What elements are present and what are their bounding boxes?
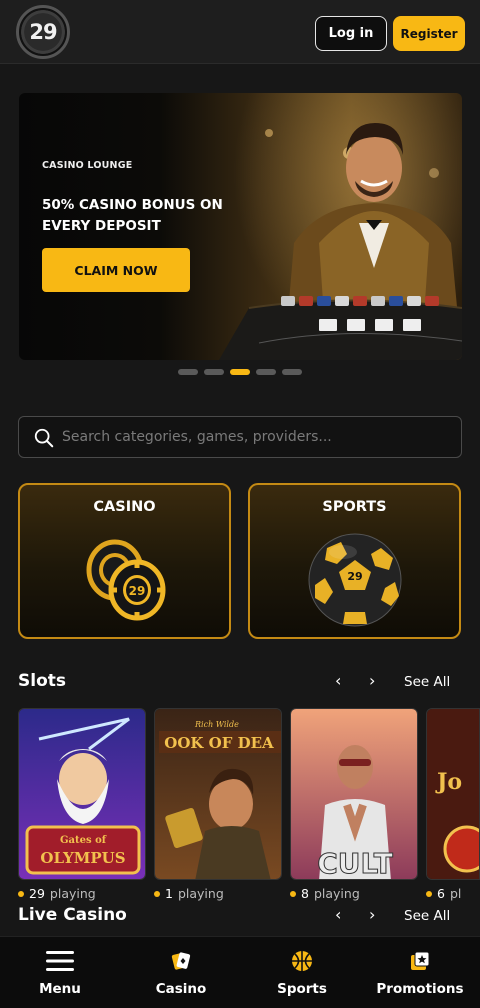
banner-eyebrow: CASINO LOUNGE	[42, 160, 133, 171]
promotions-icon	[411, 951, 430, 970]
live-casino-section-title: Live Casino	[18, 905, 127, 925]
live-casino-next-arrow-icon[interactable]: ›	[369, 905, 375, 924]
search-icon	[34, 428, 54, 448]
svg-text:CULT: CULT	[317, 847, 393, 880]
svg-text:29: 29	[128, 584, 145, 598]
search-bar	[18, 416, 462, 458]
nav-label: Menu	[39, 981, 81, 997]
slots-next-arrow-icon[interactable]: ›	[369, 671, 375, 690]
bottom-navigation: Menu Casino Sports Promotions	[0, 936, 480, 1008]
svg-text:Rich Wilde: Rich Wilde	[194, 720, 239, 729]
nav-label: Sports	[277, 981, 327, 997]
game-players-count: 8 playing	[290, 886, 360, 901]
nav-item-casino[interactable]: Casino	[141, 937, 221, 1008]
nav-item-menu[interactable]: Menu	[20, 937, 100, 1008]
slots-see-all-link[interactable]: See All	[404, 674, 450, 690]
slots-section-title: Slots	[18, 671, 66, 691]
svg-text:Gates of: Gates of	[60, 835, 107, 846]
basketball-icon	[292, 951, 312, 971]
live-casino-prev-arrow-icon[interactable]: ‹	[335, 905, 341, 924]
casino-chips-icon: 29	[86, 539, 165, 621]
carousel-indicators	[178, 369, 302, 375]
nav-label: Promotions	[376, 981, 464, 997]
carousel-dot[interactable]	[282, 369, 302, 375]
live-casino-see-all-link[interactable]: See All	[404, 908, 450, 924]
category-card-casino[interactable]: CASINO 29	[18, 483, 231, 639]
carousel-dot[interactable]	[178, 369, 198, 375]
soccer-ball-icon: 29	[308, 533, 401, 627]
game-thumbnail: Gates of OLYMPUS	[19, 709, 145, 879]
slots-prev-arrow-icon[interactable]: ‹	[335, 671, 341, 690]
game-tile-cult[interactable]: CULT	[290, 708, 418, 880]
live-dot-icon	[18, 890, 24, 897]
live-dot-icon	[290, 890, 296, 897]
register-button[interactable]: Register	[393, 16, 465, 51]
svg-text:Jo: Jo	[435, 769, 462, 795]
category-label: SPORTS	[322, 499, 387, 515]
carousel-dot[interactable]	[204, 369, 224, 375]
search-input[interactable]	[62, 417, 452, 457]
svg-text:OOK OF DEA: OOK OF DEA	[164, 734, 274, 752]
logo-text: 29	[29, 20, 57, 44]
promo-banner[interactable]: CASINO LOUNGE 50% CASINO BONUS ON EVERY …	[19, 93, 462, 360]
game-thumbnail: Jo	[427, 709, 479, 879]
casino-cards-icon	[171, 952, 191, 970]
svg-text:29: 29	[347, 570, 362, 583]
category-label: CASINO	[93, 499, 156, 515]
top-header: 29 Log in Register	[0, 0, 480, 64]
game-thumbnail: OOK OF DEA Rich Wilde	[155, 709, 281, 879]
svg-text:OLYMPUS: OLYMPUS	[40, 849, 125, 867]
hamburger-menu-icon	[46, 951, 74, 971]
nav-item-promotions[interactable]: Promotions	[374, 937, 466, 1008]
carousel-dot[interactable]	[256, 369, 276, 375]
live-dot-icon	[154, 890, 160, 897]
carousel-dot-active[interactable]	[230, 369, 250, 375]
live-dot-icon	[426, 890, 432, 897]
nav-label: Casino	[155, 981, 207, 997]
game-tile-book-of-dead[interactable]: OOK OF DEA Rich Wilde	[154, 708, 282, 880]
category-card-sports[interactable]: SPORTS 29	[248, 483, 461, 639]
game-players-count: 1 playing	[154, 886, 224, 901]
game-tile-joker[interactable]: Jo	[426, 708, 480, 880]
login-button[interactable]: Log in	[315, 16, 387, 51]
game-players-count: 6 pl	[426, 886, 461, 901]
game-tile-gates-of-olympus[interactable]: Gates of OLYMPUS	[18, 708, 146, 880]
claim-now-button[interactable]: CLAIM NOW	[42, 248, 190, 292]
game-players-count: 29 playing	[18, 886, 96, 901]
game-thumbnail: CULT	[291, 709, 417, 880]
nav-item-sports[interactable]: Sports	[262, 937, 342, 1008]
site-logo[interactable]: 29	[16, 5, 70, 59]
banner-title: 50% CASINO BONUS ON EVERY DEPOSIT	[42, 197, 223, 234]
